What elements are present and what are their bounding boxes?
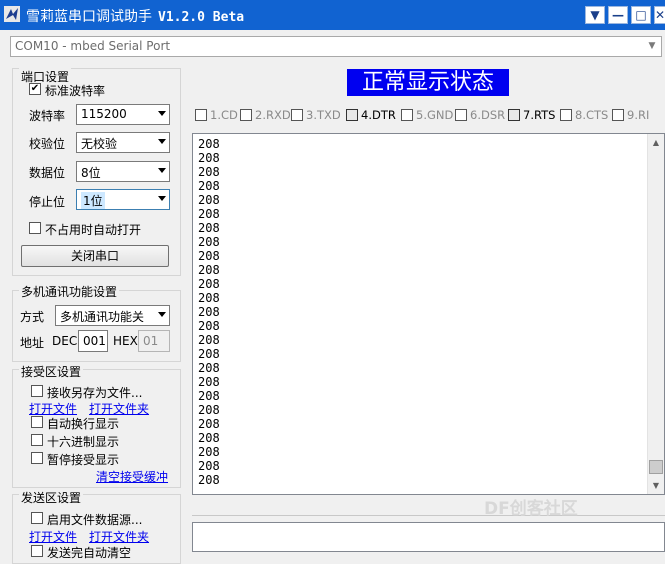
pin-label: 2.RXD [255,108,291,122]
pane-splitter[interactable] [192,515,665,516]
dropdown-arrow-icon [158,111,166,116]
baud-select[interactable]: 115200 [76,104,170,125]
pin-dtr: 4.DTR [346,108,396,122]
window-title: 雪莉蓝串口调试助手 V1.2.0 Beta [26,6,244,26]
file-source-label: 启用文件数据源... [47,513,143,527]
pin-dsr: 6.DSR [455,108,505,122]
mode-value: 多机通讯功能关 [60,310,145,324]
databits-label: 数据位 [29,166,66,180]
close-port-button[interactable]: 关闭串口 [21,245,169,267]
dropdown-arrow-icon [158,196,166,201]
auto-clear-checkbox[interactable] [31,545,43,557]
clear-receive-buffer-link[interactable]: 清空接受缓冲 [96,468,168,485]
pin-label: 8.CTS [575,108,609,122]
stopbits-value: 1位 [81,192,105,209]
parity-label: 校验位 [29,137,66,151]
stopbits-label: 停止位 [29,195,66,209]
app-icon [4,6,20,22]
receive-textarea[interactable]: 208 208 208 208 208 208 208 208 208 208 … [192,133,665,495]
pin-cd: 1.CD [195,108,238,122]
scroll-down-icon[interactable]: ▼ [648,477,664,494]
mode-select[interactable]: 多机通讯功能关 [55,305,170,326]
std-baud-checkbox[interactable]: ✔ [29,83,41,95]
pin-label: 6.DSR [470,108,506,122]
pin-indicator [240,108,252,121]
menu-dropdown-button[interactable]: ▼ [585,6,605,24]
file-source-checkbox[interactable] [31,512,43,524]
parity-value: 无校验 [81,137,118,151]
pin-rxd: 2.RXD [240,108,291,122]
maximize-button[interactable]: □ [631,6,651,24]
chevron-down-icon: ▼ [648,41,656,51]
minimize-button[interactable]: — [608,6,628,24]
scroll-thumb[interactable] [649,460,663,474]
address-label: 地址 [20,336,45,350]
pause-display-label: 暂停接受显示 [47,453,120,467]
auto-wrap-label: 自动换行显示 [47,417,120,431]
port-selector[interactable]: COM10 - mbed Serial Port ▼ [10,36,662,57]
pin-indicator [455,108,467,121]
baud-value: 115200 [81,107,127,121]
close-window-button[interactable]: ✕ [654,6,665,24]
hex-display-label: 十六进制显示 [47,435,120,449]
mode-label: 方式 [20,310,45,324]
auto-open-checkbox[interactable] [29,222,41,234]
group-title: 接受区设置 [19,363,84,380]
pin-label: 5.GND [416,108,454,122]
pin-indicator [401,108,413,121]
pin-indicator [346,108,358,121]
app-name: 雪莉蓝串口调试助手 [26,9,152,25]
dec-address-input[interactable]: 001 [78,330,108,352]
hex-address-input[interactable]: 01 [138,330,170,352]
pin-indicator [291,108,303,121]
pin-gnd: 5.GND [401,108,453,122]
dropdown-arrow-icon [158,312,166,317]
pause-display-checkbox[interactable] [31,452,43,464]
open-send-file-link[interactable]: 打开文件 [29,528,77,545]
pin-ri: 9.RI [612,108,649,122]
pin-rts: 7.RTS [508,108,555,122]
pin-label: 7.RTS [523,108,556,122]
group-title: 多机通讯功能设置 [19,283,120,300]
pin-label: 9.RI [627,108,650,122]
group-title: 发送区设置 [19,489,84,506]
auto-open-label: 不占用时自动打开 [45,223,142,237]
app-version: V1.2.0 Beta [158,10,245,25]
save-to-file-label: 接收另存为文件... [47,386,143,400]
baud-label: 波特率 [29,109,66,123]
databits-select[interactable]: 8位 [76,161,170,182]
pin-txd: 3.TXD [291,108,341,122]
dropdown-arrow-icon [158,168,166,173]
pin-indicator [195,108,207,121]
save-to-file-checkbox[interactable] [31,385,43,397]
status-title: 正常显示状态 [347,69,509,96]
hex-label: HEX [113,334,138,348]
pin-label: 4.DTR [361,108,396,122]
title-bar: 雪莉蓝串口调试助手 V1.2.0 Beta ▼ — □ ✕ [0,0,665,30]
dec-label: DEC [52,334,78,348]
stopbits-select[interactable]: 1位 [76,189,170,210]
send-textarea[interactable] [192,522,665,552]
watermark-logo: DF创客社区 [484,499,578,519]
auto-wrap-checkbox[interactable] [31,416,43,428]
open-send-folder-link[interactable]: 打开文件夹 [89,528,149,545]
pin-indicator [612,108,624,121]
dropdown-arrow-icon [158,139,166,144]
parity-select[interactable]: 无校验 [76,132,170,153]
scroll-up-icon[interactable]: ▲ [648,134,664,151]
pin-cts: 8.CTS [560,108,608,122]
pin-label: 1.CD [210,108,238,122]
hex-display-checkbox[interactable] [31,434,43,446]
vertical-scrollbar[interactable]: ▲ ▼ [647,134,664,494]
std-baud-label: 标准波特率 [45,84,106,98]
pin-indicator [560,108,572,121]
databits-value: 8位 [81,166,101,180]
port-selector-value: COM10 - mbed Serial Port [15,39,171,53]
received-data: 208 208 208 208 208 208 208 208 208 208 … [198,137,220,487]
pin-label: 3.TXD [306,108,341,122]
pin-indicator [508,108,520,121]
auto-clear-label: 发送完自动清空 [47,546,132,560]
